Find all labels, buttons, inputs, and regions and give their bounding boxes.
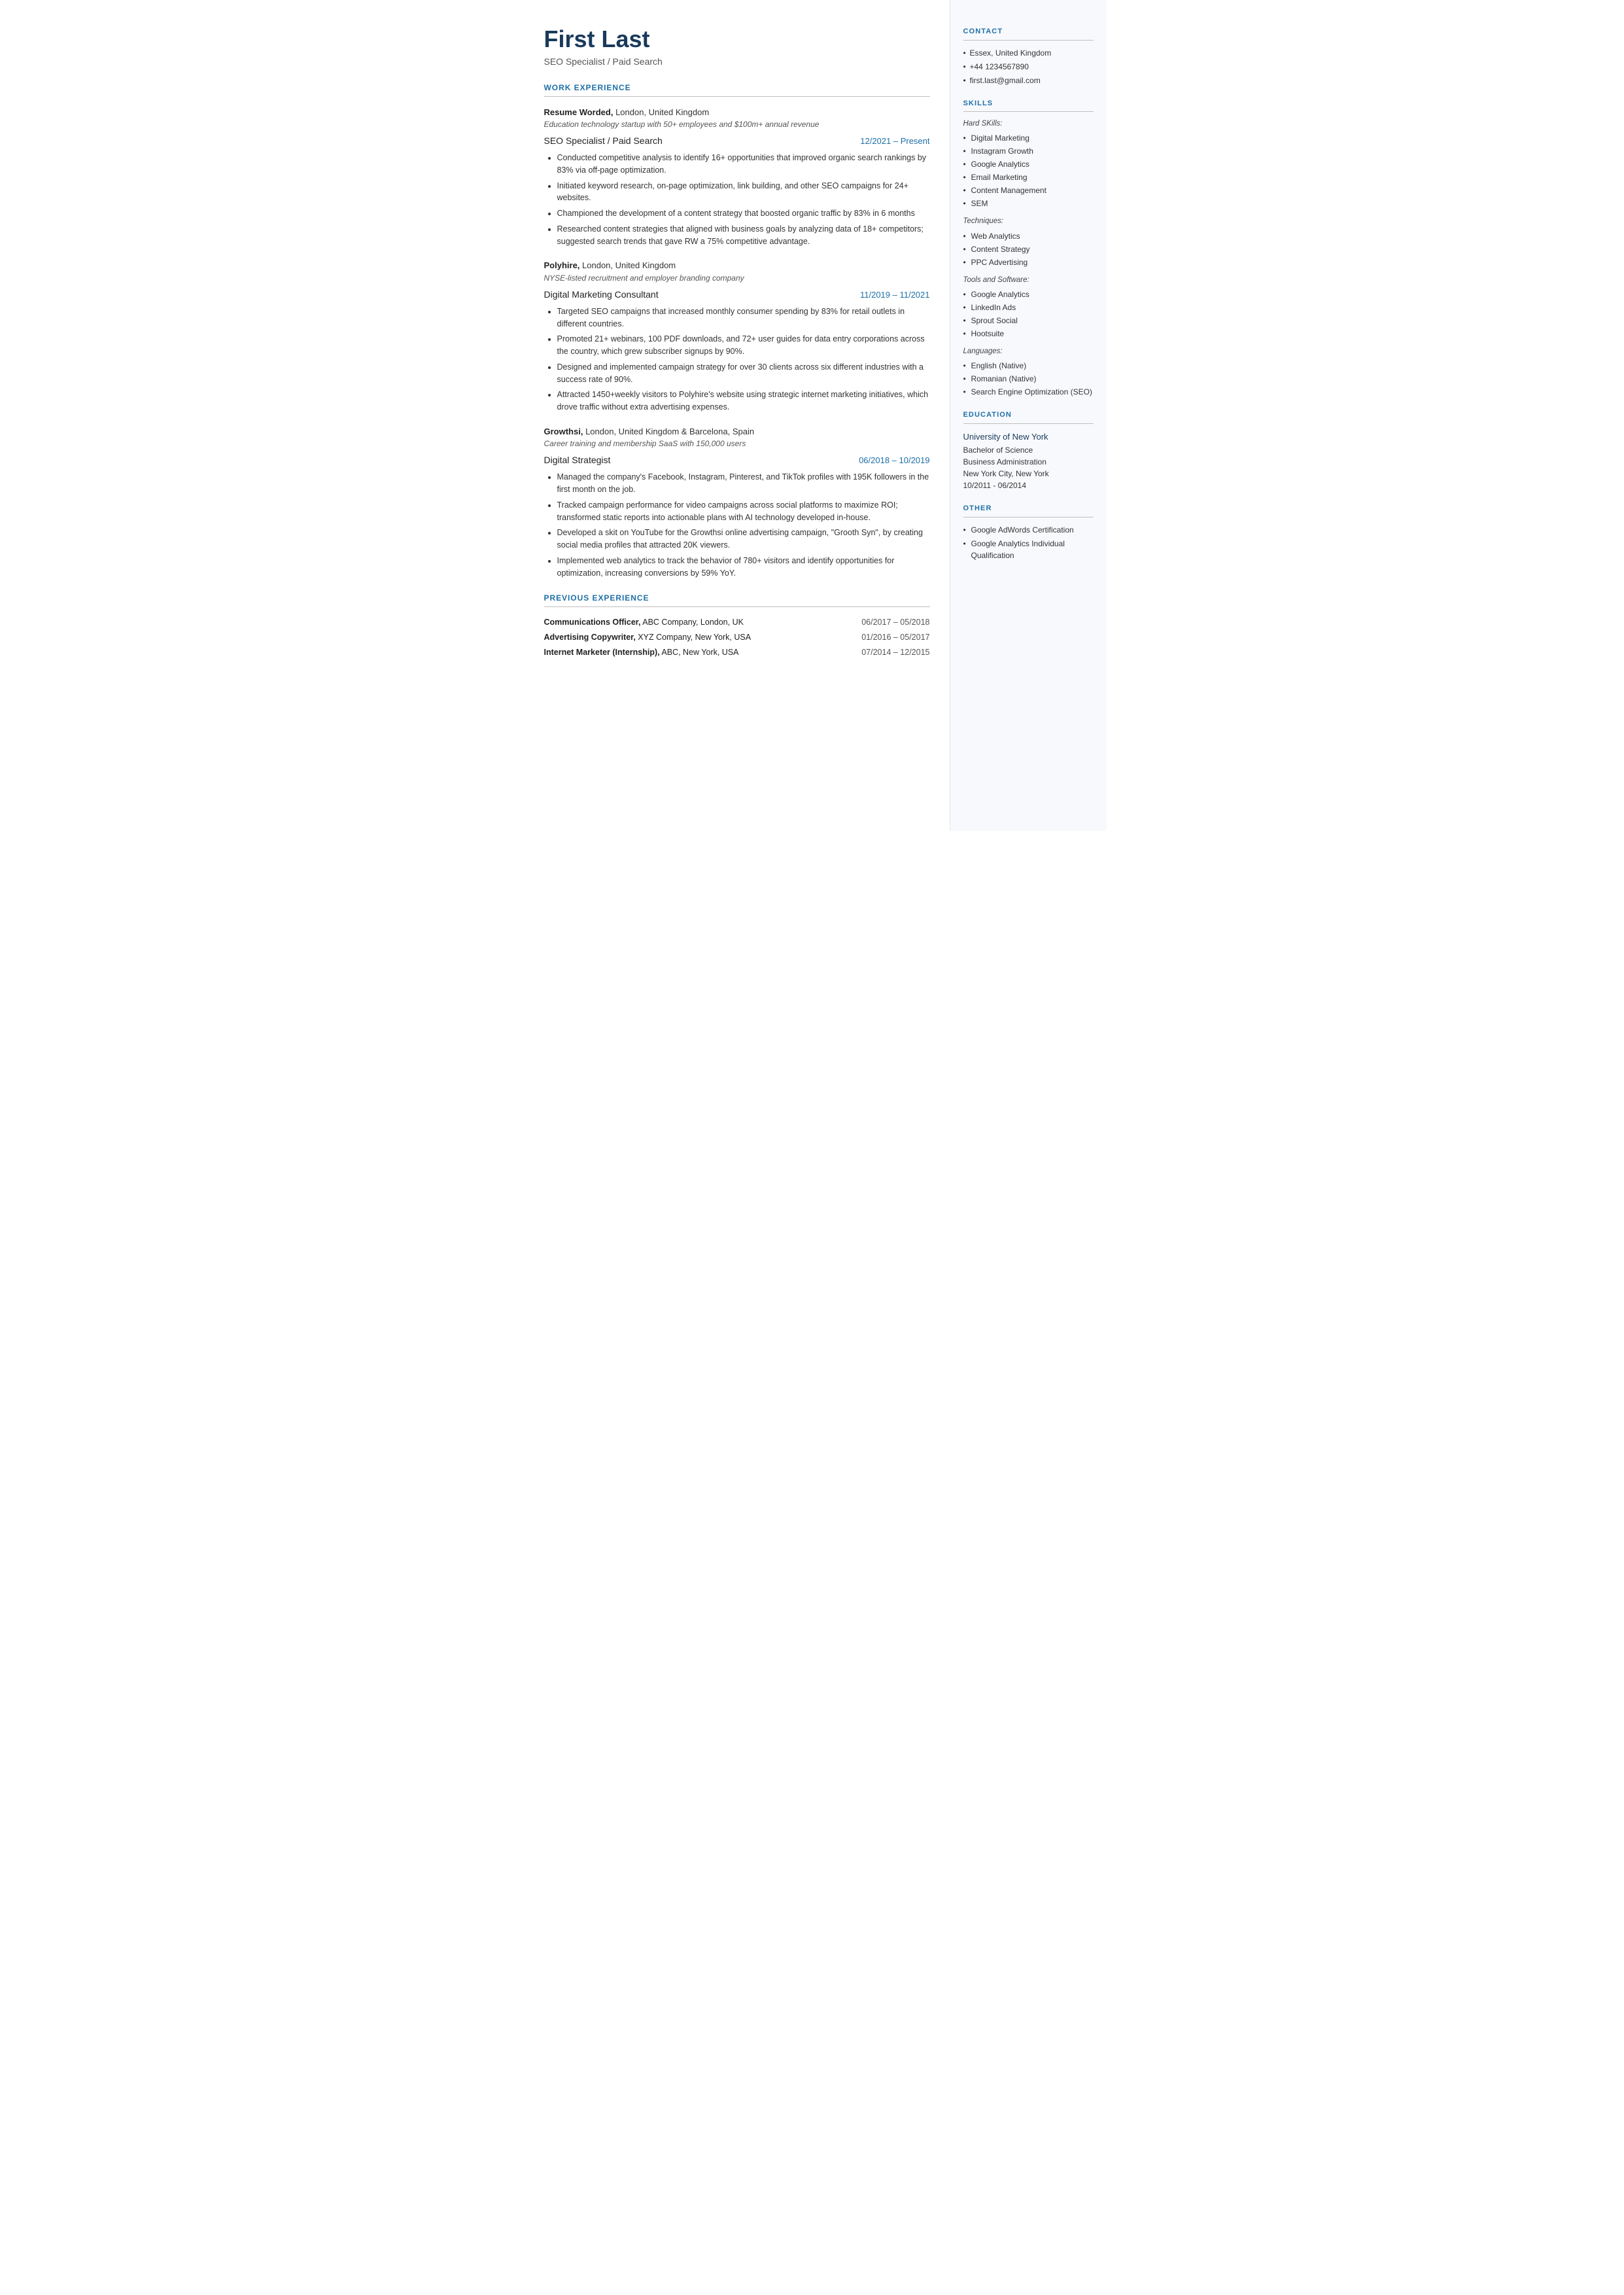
skill-item: PPC Advertising (963, 256, 1094, 268)
contact-email: first.last@gmail.com (963, 75, 1094, 86)
job-title-row-1: SEO Specialist / Paid Search 12/2021 – P… (544, 134, 930, 148)
other-item: Google Analytics Individual Qualificatio… (963, 538, 1094, 561)
skill-item: Digital Marketing (963, 132, 1094, 144)
job-dates-3: 06/2018 – 10/2019 (859, 454, 929, 467)
prev-exp-dates-2: 01/2016 – 05/2017 (861, 631, 929, 644)
skill-item: Instagram Growth (963, 145, 1094, 157)
job-title-row-3: Digital Strategist 06/2018 – 10/2019 (544, 453, 930, 467)
job-title-3: Digital Strategist (544, 453, 611, 467)
techniques-list: Web Analytics Content Strategy PPC Adver… (963, 230, 1094, 268)
employer-name-1: Resume Worded, London, United Kingdom (544, 106, 930, 119)
skill-item: SEM (963, 198, 1094, 209)
employer-desc-2: NYSE-listed recruitment and employer bra… (544, 272, 930, 284)
job-block-3: Growthsi, London, United Kingdom & Barce… (544, 425, 930, 580)
skill-item: English (Native) (963, 360, 1094, 372)
job-block-2: Polyhire, London, United Kingdom NYSE-li… (544, 259, 930, 413)
skill-item: Content Strategy (963, 243, 1094, 255)
prev-exp-dates-1: 06/2017 – 05/2018 (861, 616, 929, 629)
contact-location: Essex, United Kingdom (963, 47, 1094, 59)
skill-item: Hootsuite (963, 328, 1094, 340)
education-section-title: EDUCATION (963, 410, 1094, 424)
tools-list: Google Analytics LinkedIn Ads Sprout Soc… (963, 289, 1094, 340)
candidate-name: First Last (544, 26, 930, 52)
bullet-item: Initiated keyword research, on-page opti… (557, 180, 930, 205)
job-bullets-1: Conducted competitive analysis to identi… (544, 152, 930, 247)
edu-field: Business Administration (963, 456, 1094, 468)
bullet-item: Developed a skit on YouTube for the Grow… (557, 527, 930, 552)
job-title-1: SEO Specialist / Paid Search (544, 134, 663, 148)
skills-section-title: SKILLS (963, 98, 1094, 113)
prev-exp-dates-3: 07/2014 – 12/2015 (861, 646, 929, 659)
candidate-subtitle: SEO Specialist / Paid Search (544, 55, 930, 69)
skill-item: Content Management (963, 184, 1094, 196)
job-bullets-2: Targeted SEO campaigns that increased mo… (544, 306, 930, 413)
job-bullets-3: Managed the company's Facebook, Instagra… (544, 471, 930, 579)
job-title-2: Digital Marketing Consultant (544, 288, 659, 302)
skill-item: LinkedIn Ads (963, 302, 1094, 313)
job-dates-2: 11/2019 – 11/2021 (860, 289, 930, 302)
prev-exp-row-3: Internet Marketer (Internship), ABC, New… (544, 646, 930, 659)
bullet-item: Targeted SEO campaigns that increased mo… (557, 306, 930, 330)
prev-exp-left-3: Internet Marketer (Internship), ABC, New… (544, 646, 739, 659)
job-title-row-2: Digital Marketing Consultant 11/2019 – 1… (544, 288, 930, 302)
employer-name-3: Growthsi, London, United Kingdom & Barce… (544, 425, 930, 438)
bullet-item: Designed and implemented campaign strate… (557, 361, 930, 386)
employer-name-2: Polyhire, London, United Kingdom (544, 259, 930, 272)
job-dates-1: 12/2021 – Present (860, 135, 929, 148)
skill-item: Email Marketing (963, 171, 1094, 183)
prev-exp-block: Communications Officer, ABC Company, Lon… (544, 616, 930, 658)
prev-exp-left-1: Communications Officer, ABC Company, Lon… (544, 616, 744, 629)
skill-item: Search Engine Optimization (SEO) (963, 386, 1094, 398)
skill-item: Web Analytics (963, 230, 1094, 242)
skill-item: Google Analytics (963, 158, 1094, 170)
work-experience-section-title: WORK EXPERIENCE (544, 82, 930, 97)
edu-school: University of New York (963, 430, 1094, 444)
job-block-1: Resume Worded, London, United Kingdom Ed… (544, 106, 930, 248)
bullet-item: Tracked campaign performance for video c… (557, 499, 930, 524)
bullet-item: Researched content strategies that align… (557, 223, 930, 248)
prev-exp-row-1: Communications Officer, ABC Company, Lon… (544, 616, 930, 629)
left-column: First Last SEO Specialist / Paid Search … (518, 0, 950, 831)
bullet-item: Conducted competitive analysis to identi… (557, 152, 930, 177)
resume-page: First Last SEO Specialist / Paid Search … (518, 0, 1107, 831)
edu-location: New York City, New York (963, 468, 1094, 480)
hard-skills-label: Hard SKills: (963, 118, 1094, 130)
bullet-item: Promoted 21+ webinars, 100 PDF downloads… (557, 333, 930, 358)
hard-skills-list: Digital Marketing Instagram Growth Googl… (963, 132, 1094, 209)
edu-degree: Bachelor of Science (963, 444, 1094, 456)
prev-exp-section-title: PREVIOUS EXPERIENCE (544, 592, 930, 607)
right-column: CONTACT Essex, United Kingdom +44 123456… (950, 0, 1107, 831)
languages-label: Languages: (963, 346, 1094, 357)
tools-label: Tools and Software: (963, 275, 1094, 286)
bullet-item: Managed the company's Facebook, Instagra… (557, 471, 930, 496)
other-item: Google AdWords Certification (963, 524, 1094, 536)
employer-desc-1: Education technology startup with 50+ em… (544, 118, 930, 130)
skill-item: Google Analytics (963, 289, 1094, 300)
prev-exp-left-2: Advertising Copywriter, XYZ Company, New… (544, 631, 752, 644)
skill-item: Romanian (Native) (963, 373, 1094, 385)
languages-list: English (Native) Romanian (Native) Searc… (963, 360, 1094, 398)
prev-exp-row-2: Advertising Copywriter, XYZ Company, New… (544, 631, 930, 644)
other-section-title: OTHER (963, 503, 1094, 517)
skill-item: Sprout Social (963, 315, 1094, 326)
employer-desc-3: Career training and membership SaaS with… (544, 438, 930, 449)
bullet-item: Championed the development of a content … (557, 207, 930, 220)
contact-section-title: CONTACT (963, 26, 1094, 41)
bullet-item: Attracted 1450+weekly visitors to Polyhi… (557, 389, 930, 413)
contact-phone: +44 1234567890 (963, 61, 1094, 73)
contact-list: Essex, United Kingdom +44 1234567890 fir… (963, 47, 1094, 86)
edu-dates: 10/2011 - 06/2014 (963, 480, 1094, 491)
techniques-label: Techniques: (963, 216, 1094, 227)
bullet-item: Implemented web analytics to track the b… (557, 555, 930, 580)
other-list: Google AdWords Certification Google Anal… (963, 524, 1094, 561)
